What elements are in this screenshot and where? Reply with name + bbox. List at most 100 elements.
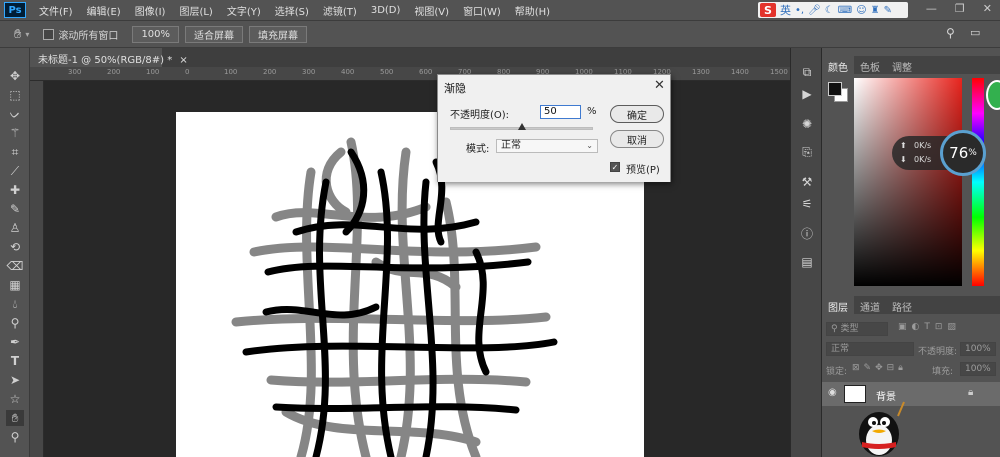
user-icon[interactable]: ☺︎ [856, 5, 866, 16]
menu-type[interactable]: 文字(Y) [220, 3, 268, 18]
cancel-button[interactable]: 取消 [610, 130, 664, 148]
tab-channels[interactable]: 通道 [854, 296, 886, 314]
preview-checkbox[interactable]: ✓ [610, 162, 620, 172]
brush-settings-icon[interactable]: ✺ [799, 116, 815, 132]
fit-screen-button[interactable]: 适合屏幕 [185, 25, 244, 43]
canvas-workspace[interactable] [44, 81, 790, 457]
tab-layers[interactable]: 图层 [822, 296, 854, 314]
ruler-tick-label: 1500 [770, 68, 788, 76]
horizontal-ruler[interactable]: 300 200 100 0 100 200 300 400 500 600 700 800 900 100… [30, 67, 790, 81]
scroll-all-windows-label: 滚动所有窗口 [58, 30, 119, 42]
minimize-icon[interactable]: — [926, 2, 937, 15]
fill-screen-button[interactable]: 填充屏幕 [249, 25, 308, 43]
restore-icon[interactable]: ❐ [955, 2, 965, 15]
hand-tool-icon[interactable]: ✋︎ [14, 27, 21, 42]
shape-tool-icon[interactable]: ☆ [6, 391, 24, 407]
moon-icon[interactable]: ☾ [825, 5, 834, 16]
keyboard-icon[interactable]: ⌨︎ [838, 5, 852, 16]
layer-kind-filter-value: 类型 [840, 324, 859, 334]
floating-widget-icon[interactable] [986, 80, 1000, 110]
opacity-slider-thumb[interactable] [517, 123, 526, 130]
layer-opacity-input[interactable]: 100% [960, 342, 996, 356]
menu-filter[interactable]: 滤镜(T) [316, 3, 364, 18]
opacity-input[interactable]: 50 [540, 105, 581, 119]
shirt-icon[interactable]: ♜ [871, 5, 880, 16]
ruler-tick-label: 200 [107, 68, 121, 76]
magic-wand-tool-icon[interactable]: ⚚ [6, 125, 24, 141]
menu-edit[interactable]: 编辑(E) [80, 3, 128, 18]
close-tab-icon[interactable]: × [179, 55, 187, 66]
dodge-tool-icon[interactable]: ⚲ [6, 315, 24, 331]
ime-toolbar[interactable]: S 英 •, 🎤︎ ☾ ⌨︎ ☺︎ ♜ ✎ [758, 2, 908, 18]
healing-brush-tool-icon[interactable]: ✚ [6, 182, 24, 198]
foreground-color-swatch[interactable] [828, 82, 842, 96]
path-selection-tool-icon[interactable]: ➤ [6, 372, 24, 388]
menu-view[interactable]: 视图(V) [407, 3, 456, 18]
document-tab[interactable]: 未标题-1 @ 50%(RGB/8#) * × [30, 48, 188, 67]
move-tool-icon[interactable]: ✥ [6, 68, 24, 84]
blur-tool-icon[interactable]: 💧︎ [6, 296, 24, 312]
type-tool-icon[interactable]: T [6, 353, 24, 369]
hue-slider[interactable] [972, 78, 984, 286]
tools-panel: ✥ ⬚ ᨆ ⚚ ⌗ ⟋ ✚ ✎ ♙ ⟲ ⌫ ▦ 💧︎ ⚲ ✒ T ➤ ☆ ✋︎ … [0, 48, 30, 457]
clone-source-icon[interactable]: ⎘ [799, 144, 815, 160]
close-icon[interactable]: ✕ [983, 2, 992, 15]
menu-help[interactable]: 帮助(H) [508, 3, 557, 18]
wrench-icon[interactable]: ✎ [884, 5, 892, 16]
scroll-all-windows-option[interactable]: 滚动所有窗口 [43, 27, 118, 42]
ime-mode-label[interactable]: 英 [780, 2, 791, 18]
options-bar: ✋︎ ▾ 滚动所有窗口 100% 适合屏幕 填充屏幕 ⚲ ▭ [0, 20, 1000, 48]
zoom-100-button[interactable]: 100% [132, 25, 180, 43]
punctuation-icon[interactable]: •, [795, 5, 804, 16]
menu-select[interactable]: 选择(S) [268, 3, 316, 18]
tab-paths[interactable]: 路径 [886, 296, 918, 314]
menu-3d[interactable]: 3D(D) [364, 5, 408, 16]
tab-adjustments[interactable]: 调整 [886, 56, 918, 74]
eyedropper-tool-icon[interactable]: ⟋ [6, 163, 24, 179]
menu-bar: Ps 文件(F) 编辑(E) 图像(I) 图层(L) 文字(Y) 选择(S) 滤… [0, 0, 1000, 20]
brush-tool-icon[interactable]: ✎ [6, 201, 24, 217]
visibility-eye-icon[interactable]: ◉ [828, 387, 837, 398]
lasso-tool-icon[interactable]: ᨆ [6, 106, 24, 122]
dialog-title: 渐隐 [444, 82, 466, 95]
color-picker-field[interactable] [854, 78, 962, 286]
search-icon[interactable]: ⚲ [946, 26, 955, 40]
chevron-down-icon[interactable]: ▾ [25, 30, 29, 39]
gradient-tool-icon[interactable]: ▦ [6, 277, 24, 293]
mode-select[interactable]: 正常 ⌄ [496, 139, 598, 153]
zoom-tool-icon[interactable]: ⚲ [6, 429, 24, 445]
history-brush-tool-icon[interactable]: ⟲ [6, 239, 24, 255]
menu-image[interactable]: 图像(I) [128, 3, 173, 18]
menu-file[interactable]: 文件(F) [32, 3, 80, 18]
tool-presets-icon[interactable]: ⚒ [799, 174, 815, 190]
clone-stamp-tool-icon[interactable]: ♙ [6, 220, 24, 236]
lock-icon: 🔒︎ [968, 387, 974, 398]
actions-play-icon[interactable]: ▶ [799, 86, 815, 102]
ok-button[interactable]: 确定 [610, 105, 664, 123]
properties-icon[interactable]: ▤ [799, 254, 815, 270]
layer-kind-filter[interactable]: ⚲ 类型 [826, 322, 888, 336]
workspace-icon[interactable]: ▭ [970, 26, 980, 39]
lock-icons[interactable]: ⊠✎✥⊟🔒︎ [852, 363, 907, 373]
tab-color[interactable]: 颜色 [822, 56, 854, 74]
blend-mode-select[interactable]: 正常 [826, 342, 914, 356]
info-icon[interactable]: ⓘ [799, 226, 815, 242]
vertical-ruler[interactable] [30, 81, 44, 457]
pen-tool-icon[interactable]: ✒ [6, 334, 24, 350]
fill-input[interactable]: 100% [960, 362, 996, 376]
marquee-tool-icon[interactable]: ⬚ [6, 87, 24, 103]
eraser-tool-icon[interactable]: ⌫ [6, 258, 24, 274]
microphone-icon[interactable]: 🎤︎ [808, 5, 821, 16]
layer-row[interactable]: ◉ 背景 🔒︎ [822, 382, 1000, 406]
network-usage-gauge[interactable]: 76% [940, 130, 986, 176]
scroll-all-windows-checkbox[interactable] [43, 28, 55, 40]
menu-layer[interactable]: 图层(L) [172, 3, 219, 18]
hand-tool-icon[interactable]: ✋︎ [6, 410, 24, 426]
adjustments-icon[interactable]: ⚟ [799, 196, 815, 212]
menu-window[interactable]: 窗口(W) [456, 3, 508, 18]
crop-tool-icon[interactable]: ⌗ [6, 144, 24, 160]
close-icon[interactable]: ✕ [654, 78, 665, 93]
tab-swatches[interactable]: 色板 [854, 56, 886, 74]
history-icon[interactable]: ⧉ [799, 64, 815, 80]
layer-filter-icons[interactable]: ▣◐T⊡▨ [898, 322, 961, 332]
